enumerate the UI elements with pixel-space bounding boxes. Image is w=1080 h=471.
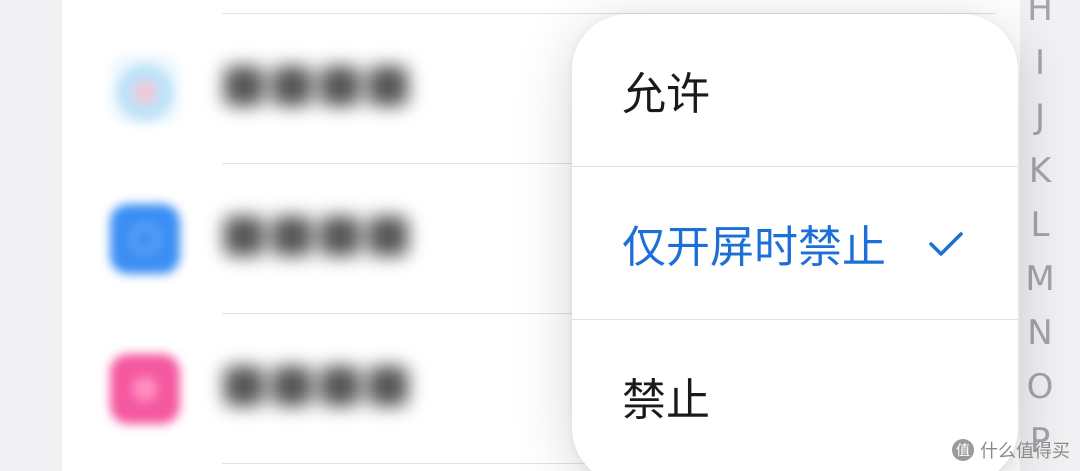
permission-popup-menu: 允许 仅开屏时禁止 禁止 xyxy=(572,14,1018,471)
pink-app-icon xyxy=(110,354,180,424)
watermark-badge-icon: 值 xyxy=(952,439,974,461)
cloud-app-icon xyxy=(110,54,180,124)
watermark: 值 什么值得买 xyxy=(952,437,1070,463)
option-block-on-splash-label: 仅开屏时禁止 xyxy=(622,222,886,273)
blurred-app-name xyxy=(224,216,416,262)
index-letter-o[interactable]: O xyxy=(1027,360,1054,414)
blurred-app-name xyxy=(224,366,416,412)
app-permission-screen: H I J K L M N O P 允许 仅开屏时禁止 禁止 值 什么值得买 xyxy=(0,0,1080,471)
index-letter-m[interactable]: M xyxy=(1025,252,1054,306)
index-letter-i[interactable]: I xyxy=(1035,36,1045,90)
index-letter-l[interactable]: L xyxy=(1031,198,1050,252)
compass-app-icon xyxy=(110,204,180,274)
blurred-app-name xyxy=(224,66,416,112)
checkmark-icon xyxy=(929,232,963,256)
watermark-text: 什么值得买 xyxy=(980,441,1070,462)
option-allow-label: 允许 xyxy=(622,69,710,120)
option-block-on-splash[interactable]: 仅开屏时禁止 xyxy=(572,167,1018,319)
index-letter-n[interactable]: N xyxy=(1027,306,1052,360)
alphabet-index-bar[interactable]: H I J K L M N O P xyxy=(1018,0,1062,468)
index-letter-h[interactable]: H xyxy=(1027,0,1053,36)
index-letter-k[interactable]: K xyxy=(1029,144,1051,198)
index-letter-j[interactable]: J xyxy=(1035,90,1045,144)
option-allow[interactable]: 允许 xyxy=(572,14,1018,166)
option-deny-label: 禁止 xyxy=(622,375,710,426)
